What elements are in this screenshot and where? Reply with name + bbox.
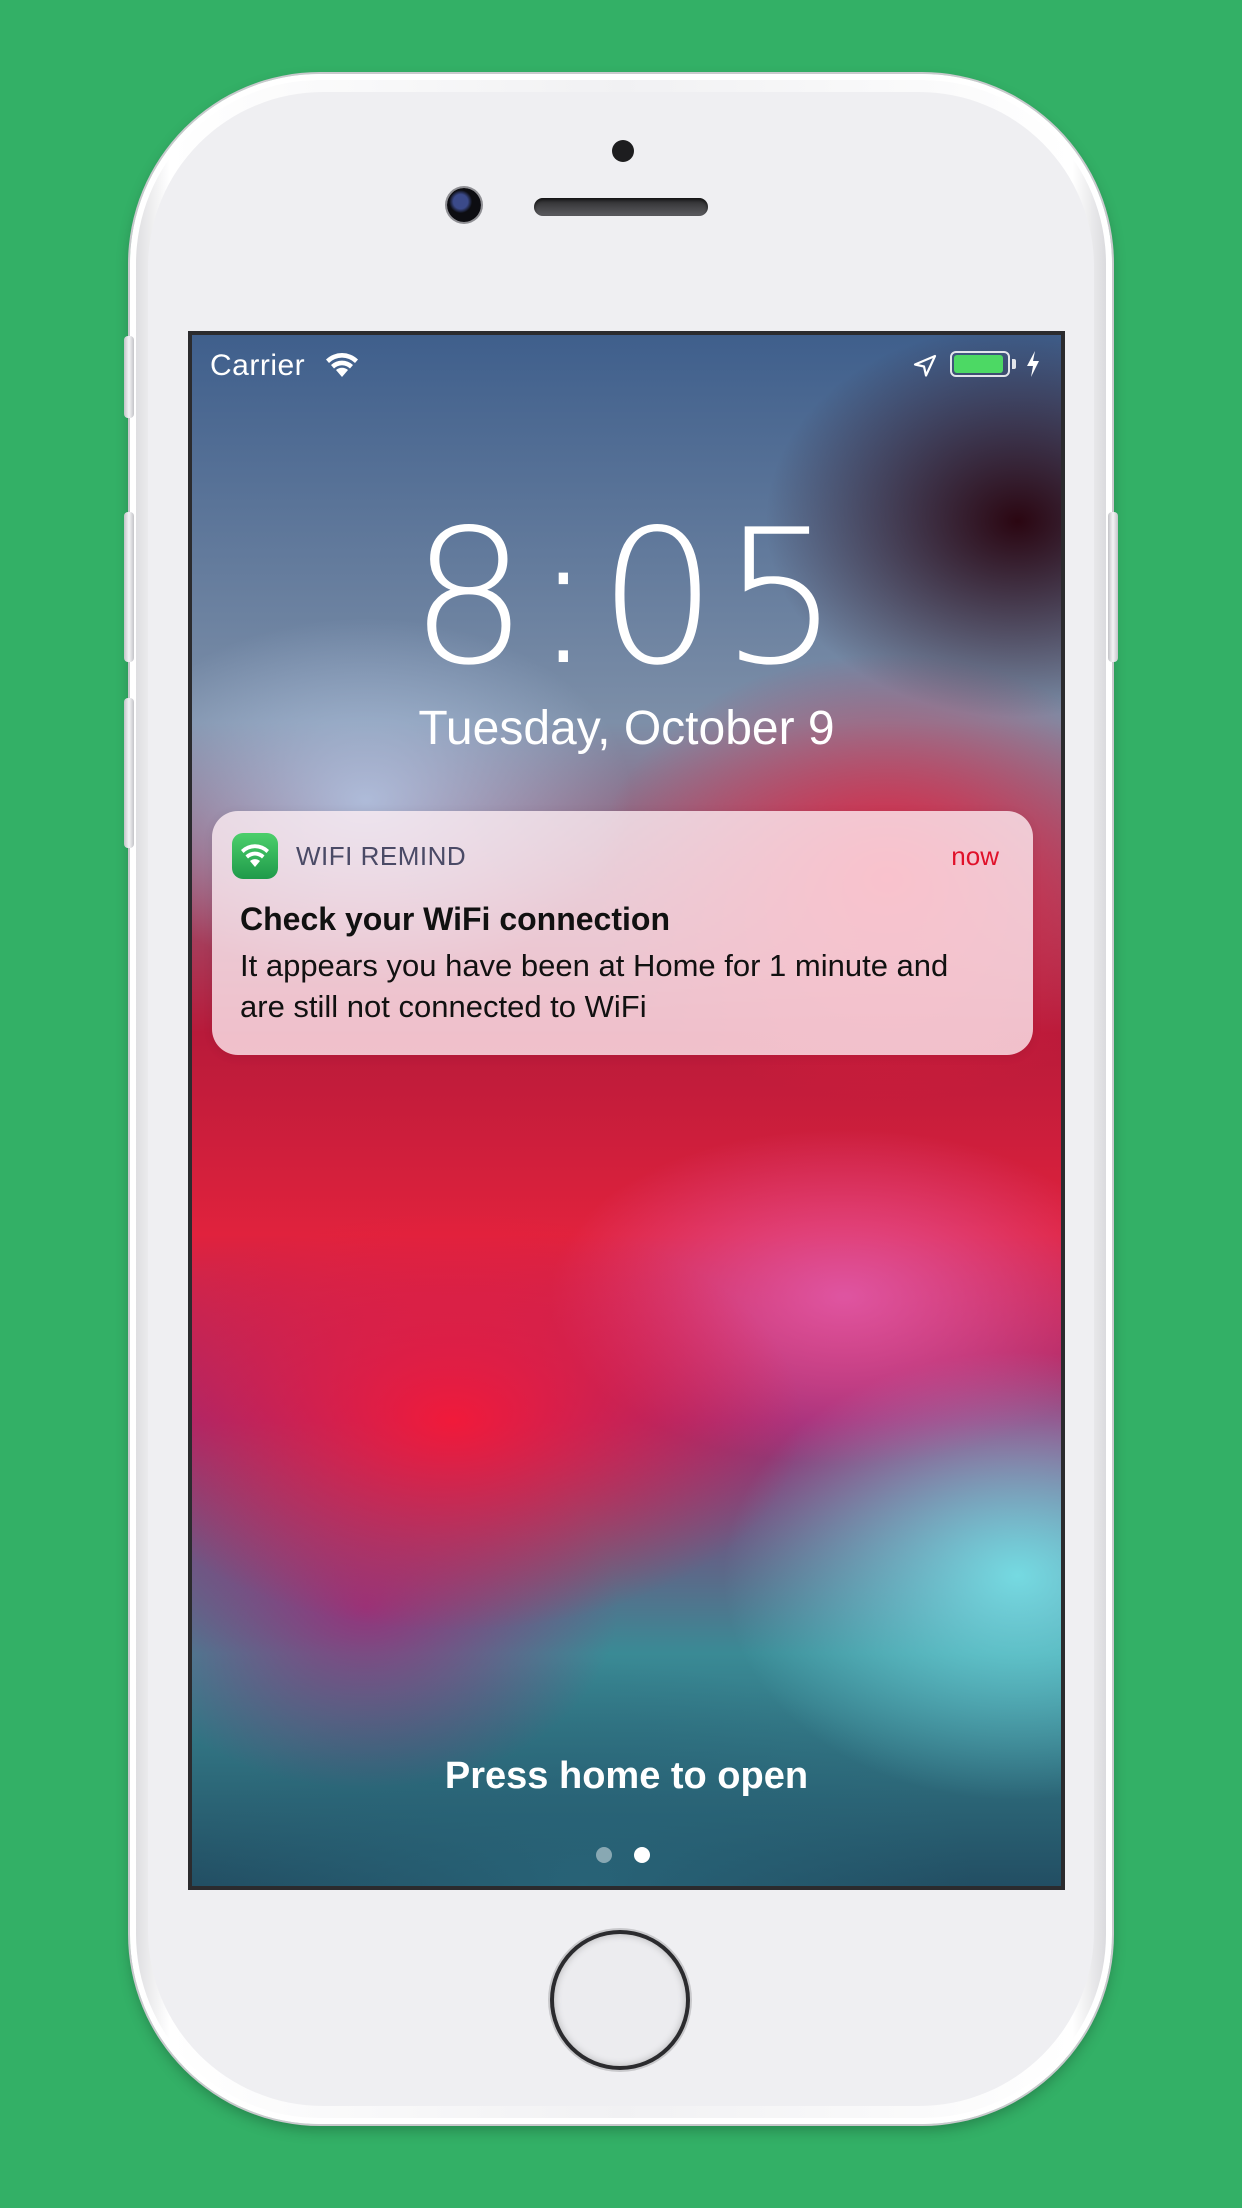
unlock-hint: Press home to open bbox=[444, 1755, 809, 1797]
notification-body: It appears you have been at Home for 1 m… bbox=[240, 948, 949, 1024]
battery-level-fill bbox=[954, 355, 1003, 373]
page-dot bbox=[596, 1847, 612, 1863]
notification-time: now bbox=[951, 841, 999, 871]
lock-screen: Carrier 8:05 Tuesday, October 9 WIFI REM… bbox=[188, 331, 1065, 1890]
lock-screen-clock: 8:05 bbox=[409, 489, 844, 706]
page-dot bbox=[634, 1847, 650, 1863]
battery-charging-icon bbox=[950, 351, 1010, 377]
notification-title: Check your WiFi connection bbox=[240, 901, 670, 937]
status-bar: Carrier bbox=[192, 335, 1061, 393]
wifi-icon bbox=[324, 351, 360, 379]
notification-card[interactable]: WIFI REMIND now Check your WiFi connecti… bbox=[212, 811, 1033, 1055]
wifi-app-icon bbox=[232, 833, 278, 879]
page-indicator bbox=[596, 1845, 666, 1865]
volume-up-button[interactable] bbox=[124, 512, 134, 662]
carrier-label: Carrier bbox=[210, 349, 306, 382]
mute-switch[interactable] bbox=[124, 336, 134, 418]
front-camera bbox=[447, 188, 481, 222]
power-button[interactable] bbox=[1108, 512, 1118, 662]
home-button[interactable] bbox=[554, 1934, 686, 2066]
volume-down-button[interactable] bbox=[124, 698, 134, 848]
location-arrow-icon bbox=[912, 353, 938, 379]
proximity-sensor bbox=[612, 140, 634, 162]
lock-screen-date: Tuesday, October 9 bbox=[418, 702, 835, 755]
charging-bolt-icon bbox=[1024, 349, 1042, 379]
earpiece-speaker bbox=[534, 198, 708, 216]
battery-nub bbox=[1012, 359, 1016, 369]
notification-app-name: WIFI REMIND bbox=[296, 841, 467, 871]
